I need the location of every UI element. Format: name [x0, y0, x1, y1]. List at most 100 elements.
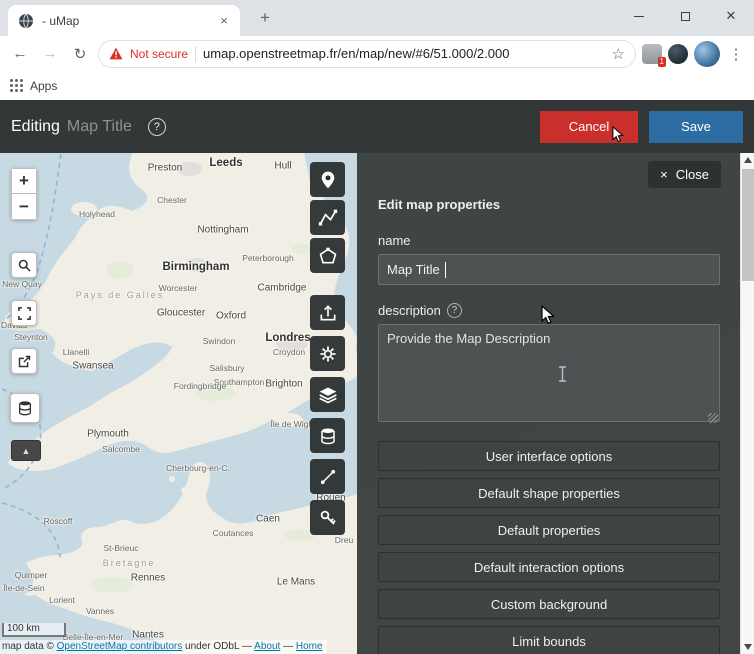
storage-button[interactable]	[310, 418, 345, 453]
profile-avatar[interactable]	[694, 41, 720, 67]
accordion-default-shape-properties[interactable]: Default shape properties	[378, 478, 720, 508]
draw-polygon-button[interactable]	[310, 238, 345, 273]
osm-contributors-link[interactable]: OpenStreetMap contributors	[57, 641, 183, 652]
zoom-in-button[interactable]: +	[11, 168, 37, 194]
map-settings-button[interactable]	[310, 336, 345, 371]
map-label: Birmingham	[162, 261, 229, 273]
apps-label[interactable]: Apps	[30, 79, 57, 93]
map-label: Lorient	[49, 595, 75, 605]
not-secure-label[interactable]: Not secure	[130, 47, 188, 61]
map-label: Brighton	[265, 379, 302, 390]
apps-grid-icon[interactable]	[10, 79, 23, 92]
window-close-button[interactable]: ✕	[708, 0, 754, 32]
accordion-default-properties[interactable]: Default properties	[378, 515, 720, 545]
tab-close-icon[interactable]: ×	[216, 13, 232, 28]
home-link[interactable]: Home	[296, 641, 323, 652]
accordion-default-interaction-options[interactable]: Default interaction options	[378, 552, 720, 582]
scrollbar-thumb[interactable]	[742, 169, 754, 281]
map-label: Île de Wight	[271, 419, 316, 429]
close-x-icon: ×	[660, 167, 668, 182]
bookmark-star-icon[interactable]: ☆	[612, 45, 625, 63]
accordion-custom-background[interactable]: Custom background	[378, 589, 720, 619]
browser-toolbar: ← → ↻ Not secure umap.openstreetmap.fr/e…	[0, 36, 754, 71]
page-scrollbar[interactable]	[740, 153, 754, 654]
textarea-resize-handle[interactable]	[708, 413, 718, 423]
about-link[interactable]: About	[254, 641, 280, 652]
page-content: PrestonLeedsHullHolyheadChesterNottingha…	[0, 153, 754, 654]
close-icon: ✕	[726, 8, 737, 24]
omnibox[interactable]: Not secure umap.openstreetmap.fr/en/map/…	[98, 40, 636, 68]
map-label: Quimper	[15, 570, 48, 580]
map-description-textarea[interactable]: Provide the Map Description	[378, 324, 720, 422]
polygon-icon	[318, 246, 338, 266]
map-label: Rennes	[131, 573, 165, 584]
permissions-button[interactable]	[310, 500, 345, 535]
back-button[interactable]: ←	[8, 42, 32, 66]
description-label: description ?	[378, 303, 720, 318]
polyline-icon	[318, 208, 338, 228]
accordion-user-interface-options[interactable]: User interface options	[378, 441, 720, 471]
map-label: Hull	[274, 161, 291, 172]
measure-icon	[319, 468, 337, 486]
map-name-input[interactable]	[378, 254, 720, 285]
map-label: Swindon	[203, 336, 236, 346]
scale-bar: 100 km	[2, 623, 66, 637]
panel-title: Edit map properties	[378, 197, 720, 212]
extension-globe-icon[interactable]	[668, 44, 688, 64]
window-maximize-button[interactable]	[662, 0, 708, 32]
map-label: Londres	[265, 332, 310, 344]
help-icon[interactable]: ?	[148, 118, 166, 136]
map-label: Caen	[256, 514, 280, 525]
forward-button[interactable]: →	[38, 42, 62, 66]
tab-title: - uMap	[42, 14, 208, 28]
description-help-icon[interactable]: ?	[447, 303, 462, 318]
map-label: Peterborough	[242, 253, 294, 263]
expand-corners-icon	[17, 306, 32, 321]
map-label: St-Brieuc	[104, 543, 139, 553]
extension-icon[interactable]: 1	[642, 44, 662, 64]
scroll-up-icon	[744, 157, 752, 163]
draw-marker-button[interactable]	[310, 162, 345, 197]
collapse-controls-button[interactable]: ▲	[11, 440, 41, 461]
window-minimize-button[interactable]	[616, 0, 662, 32]
map-label: Holyhead	[79, 209, 115, 219]
panel-close-button[interactable]: × Close	[648, 161, 721, 188]
share-button[interactable]	[11, 348, 37, 374]
save-button[interactable]: Save	[649, 111, 743, 143]
map-label: Salisbury	[210, 363, 245, 373]
zoom-out-button[interactable]: −	[11, 194, 37, 220]
measure-button[interactable]	[310, 459, 345, 494]
map-label: Bretagne	[103, 558, 156, 568]
maximize-icon	[681, 12, 690, 21]
draw-polyline-button[interactable]	[310, 200, 345, 235]
manage-layers-button[interactable]	[310, 377, 345, 412]
url-text[interactable]: umap.openstreetmap.fr/en/map/new/#6/51.0…	[203, 46, 605, 61]
scroll-up-button[interactable]	[741, 153, 754, 167]
map-label: Cambridge	[258, 283, 307, 294]
warning-triangle-icon[interactable]	[109, 47, 123, 60]
map-label: Preston	[148, 163, 182, 174]
map-label: Nottingham	[197, 225, 248, 236]
search-button[interactable]	[11, 252, 37, 278]
data-browser-button[interactable]	[10, 393, 40, 423]
map-attribution: map data © OpenStreetMap contributors un…	[0, 640, 327, 654]
extent-button[interactable]	[11, 300, 37, 326]
map-label: Plymouth	[87, 429, 129, 440]
browser-tab[interactable]: - uMap ×	[8, 5, 240, 36]
extension-badge: 1	[658, 57, 666, 67]
scroll-down-button[interactable]	[741, 640, 754, 654]
browser-menu-icon[interactable]: ⋮	[726, 45, 746, 63]
accordion-limit-bounds[interactable]: Limit bounds	[378, 626, 720, 654]
map-label: Swansea	[72, 361, 113, 372]
cancel-button[interactable]: Cancel	[540, 111, 638, 143]
map-label: New Quay	[2, 279, 42, 289]
scroll-down-icon	[744, 644, 752, 650]
editing-map-title[interactable]: Map Title	[67, 118, 132, 136]
map-label: Pays de Galles	[76, 290, 165, 300]
reload-button[interactable]: ↻	[68, 42, 92, 66]
map-label: Croydon	[273, 347, 305, 357]
import-data-button[interactable]	[310, 295, 345, 330]
database-cylinder-icon	[319, 427, 337, 445]
map-label: Coutances	[213, 528, 254, 538]
new-tab-button[interactable]: +	[252, 5, 278, 31]
